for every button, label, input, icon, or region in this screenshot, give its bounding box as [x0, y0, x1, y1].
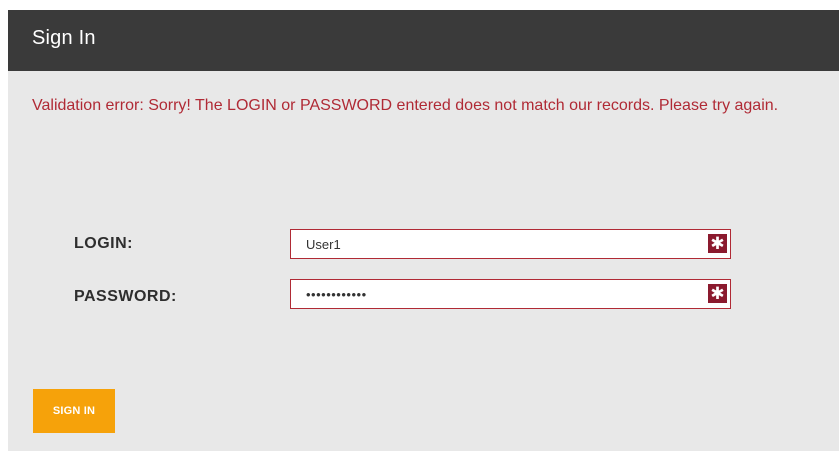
password-field-container: ✱: [290, 279, 731, 309]
sign-in-panel: Sign In Validation error: Sorry! The LOG…: [8, 10, 839, 451]
required-asterisk-icon: ✱: [708, 234, 727, 254]
password-label: PASSWORD:: [74, 288, 177, 305]
password-input[interactable]: [291, 280, 701, 308]
login-label: LOGIN:: [74, 235, 133, 252]
validation-error-message: Validation error: Sorry! The LOGIN or PA…: [32, 97, 779, 114]
required-asterisk-icon: ✱: [708, 284, 727, 304]
sign-in-button[interactable]: SIGN IN: [33, 389, 115, 433]
login-field-container: ✱: [290, 229, 731, 259]
panel-header: Sign In: [8, 10, 839, 71]
page-title: Sign In: [32, 27, 96, 49]
login-input[interactable]: [291, 230, 701, 258]
